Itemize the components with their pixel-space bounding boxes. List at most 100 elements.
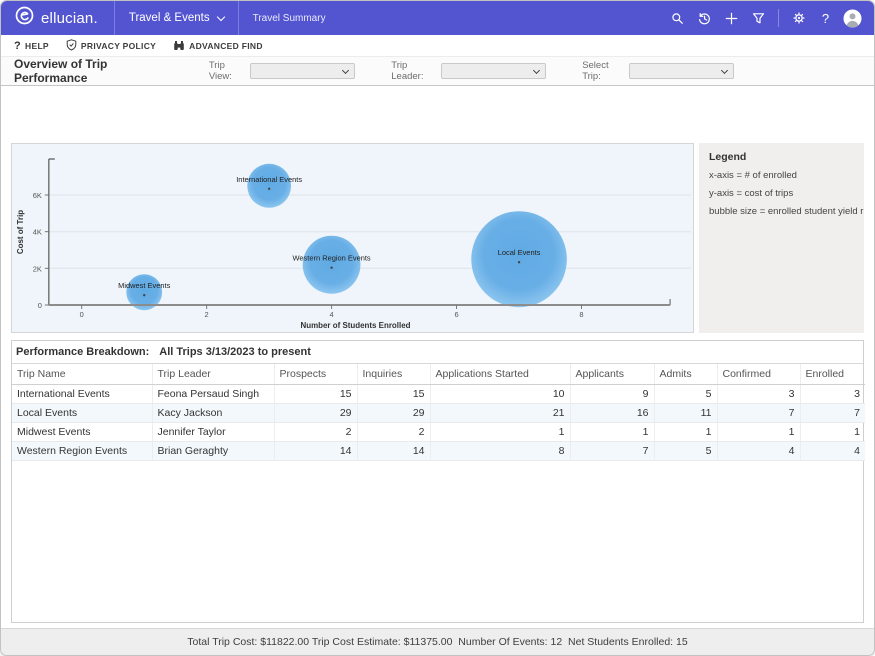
- legend-title: Legend: [709, 151, 854, 163]
- select-trip-filter: Select Trip:: [582, 60, 734, 82]
- cell-text: Western Region Events: [12, 441, 152, 460]
- cell-number: 7: [717, 403, 800, 422]
- cell-number: 4: [800, 441, 865, 460]
- app-menu-travel-events[interactable]: Travel & Events: [115, 1, 238, 35]
- select-trip-label: Select Trip:: [582, 60, 626, 82]
- question-icon: ?: [14, 40, 21, 52]
- svg-text:2K: 2K: [33, 264, 42, 273]
- chevron-down-icon: [342, 67, 349, 74]
- bubble-chart: Midwest Events International Events Wester…: [11, 143, 694, 333]
- legend-line-y: y-axis = cost of trips: [709, 188, 854, 199]
- settings-icon[interactable]: [785, 5, 812, 32]
- svg-text:6: 6: [454, 310, 458, 319]
- toolbar-item-label: PRIVACY POLICY: [81, 41, 156, 51]
- advanced-find-button[interactable]: ADVANCED FIND: [173, 39, 263, 53]
- page-title: Travel Summary: [239, 13, 340, 24]
- recent-items-icon[interactable]: [691, 5, 718, 32]
- cell-number: 1: [654, 422, 717, 441]
- table-row[interactable]: Western Region EventsBrian Geraghty14148…: [12, 441, 865, 460]
- summary-footer: Total Trip Cost: $11822.00 Trip Cost Est…: [1, 628, 874, 655]
- svg-text:8: 8: [579, 310, 583, 319]
- trip-leader-select[interactable]: [441, 63, 547, 79]
- cell-text: International Events: [12, 384, 152, 403]
- cell-number: 5: [654, 441, 717, 460]
- svg-text:4: 4: [330, 310, 334, 319]
- svg-text:0: 0: [38, 301, 42, 310]
- table-row[interactable]: Midwest EventsJennifer Taylor2211111: [12, 422, 865, 441]
- brand-name: ellucian.: [41, 10, 98, 27]
- column-header[interactable]: Trip Leader: [152, 364, 274, 384]
- header-icon-bar: ?: [664, 1, 874, 35]
- svg-text:2: 2: [205, 310, 209, 319]
- table-row[interactable]: Local EventsKacy Jackson292921161177: [12, 403, 865, 422]
- filter-icon[interactable]: [745, 5, 772, 32]
- cell-number: 8: [430, 441, 570, 460]
- bubble-label: International Events: [236, 175, 302, 184]
- user-avatar-icon[interactable]: [839, 5, 866, 32]
- column-header[interactable]: Applications Started: [430, 364, 570, 384]
- chart-legend-panel: Legend x-axis = # of enrolled y-axis = c…: [699, 143, 864, 333]
- cell-number: 3: [717, 384, 800, 403]
- cell-number: 1: [570, 422, 654, 441]
- bubble-label: Midwest Events: [118, 281, 170, 290]
- svg-text:0: 0: [80, 310, 84, 319]
- toolbar: ?HELP PRIVACY POLICY ADVANCED FIND: [1, 35, 874, 57]
- help-icon[interactable]: ?: [812, 5, 839, 32]
- trips-table-body: International EventsFeona Persaud Singh 1…: [12, 384, 865, 460]
- column-header[interactable]: Confirmed: [717, 364, 800, 384]
- table-row[interactable]: International EventsFeona Persaud Singh 1…: [12, 384, 865, 403]
- trip-leader-filter: Trip Leader:: [391, 60, 546, 82]
- chart-row: Midwest Events International Events Wester…: [11, 143, 864, 333]
- column-header[interactable]: Applicants: [570, 364, 654, 384]
- ellucian-logo-icon: [15, 6, 34, 30]
- column-header[interactable]: Inquiries: [357, 364, 430, 384]
- table-empty-area: [12, 461, 863, 623]
- bubble-label: Local Events: [498, 248, 541, 257]
- cell-number: 10: [430, 384, 570, 403]
- trips-table: Trip NameTrip LeaderProspectsInquiriesAp…: [12, 364, 865, 461]
- table-header-row: Trip NameTrip LeaderProspectsInquiriesAp…: [12, 364, 865, 384]
- performance-breakdown-title: Performance Breakdown:: [16, 346, 149, 358]
- column-header[interactable]: Trip Name: [12, 364, 152, 384]
- app-window: ellucian. Travel & Events Travel Summary…: [0, 0, 875, 656]
- cell-number: 14: [357, 441, 430, 460]
- bubble-chart-svg: Midwest Events International Events Wester…: [12, 144, 693, 332]
- column-header[interactable]: Enrolled: [800, 364, 865, 384]
- select-trip-select[interactable]: [629, 63, 735, 79]
- cell-number: 4: [717, 441, 800, 460]
- bubble-local-events[interactable]: [471, 211, 567, 307]
- cell-number: 29: [274, 403, 357, 422]
- cell-number: 2: [357, 422, 430, 441]
- cell-number: 11: [654, 403, 717, 422]
- cell-number: 15: [357, 384, 430, 403]
- cell-number: 1: [717, 422, 800, 441]
- cell-number: 21: [430, 403, 570, 422]
- cell-text: Feona Persaud Singh: [152, 384, 274, 403]
- cell-number: 16: [570, 403, 654, 422]
- add-icon[interactable]: [718, 5, 745, 32]
- cell-number: 5: [654, 384, 717, 403]
- cell-number: 14: [274, 441, 357, 460]
- column-header[interactable]: Admits: [654, 364, 717, 384]
- summary-footer-text: Total Trip Cost: $11822.00 Trip Cost Est…: [187, 636, 687, 648]
- trip-view-select[interactable]: [250, 63, 356, 79]
- chevron-down-icon: [216, 12, 224, 20]
- app-header: ellucian. Travel & Events Travel Summary…: [1, 1, 874, 35]
- bubble-international-events[interactable]: [247, 164, 291, 208]
- performance-breakdown-subtitle: All Trips 3/13/2023 to present: [159, 346, 311, 358]
- cell-number: 29: [357, 403, 430, 422]
- filter-row: Overview of Trip Performance Trip View:T…: [1, 57, 874, 86]
- column-header[interactable]: Prospects: [274, 364, 357, 384]
- cell-number: 9: [570, 384, 654, 403]
- cell-text: Kacy Jackson: [152, 403, 274, 422]
- brand: ellucian.: [1, 1, 114, 35]
- bubble-label: Western Region Events: [293, 254, 371, 263]
- help-button[interactable]: ?HELP: [14, 40, 49, 52]
- bubble-western-region-events[interactable]: [303, 236, 361, 294]
- svg-text:4K: 4K: [33, 228, 42, 237]
- privacy-policy-button[interactable]: PRIVACY POLICY: [66, 39, 156, 53]
- legend-line-bubble: bubble size = enrolled student yield rat…: [709, 206, 854, 217]
- cell-text: Local Events: [12, 403, 152, 422]
- cell-number: 1: [800, 422, 865, 441]
- search-icon[interactable]: [664, 5, 691, 32]
